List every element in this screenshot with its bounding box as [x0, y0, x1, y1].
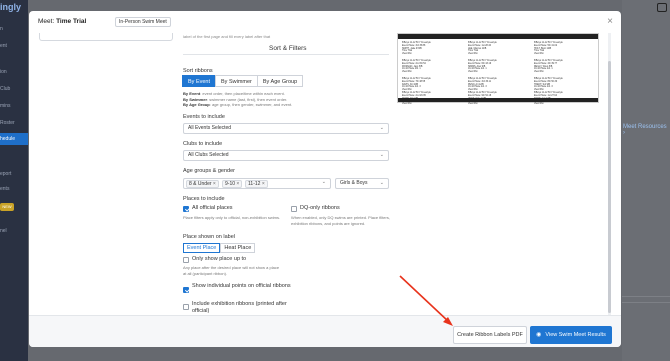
new-badge: NEW — [0, 203, 14, 211]
ribbon-labels-modal: Meet: Time Trial In-Person Swim Meet × l… — [29, 11, 621, 347]
divider — [622, 302, 670, 303]
create-ribbon-pdf-button[interactable]: Create Ribbon Labels PDF — [453, 326, 527, 344]
show-points-label: Show individual points on official ribbo… — [192, 283, 291, 289]
sidebar-item[interactable]: Roster — [0, 120, 15, 126]
preview-ribbon-label: 8/Boys 11-12 50 Y Freestyle Event Place: … — [402, 42, 454, 56]
include-exhibition-label: Include exhibition ribbons (printed afte… — [192, 301, 287, 314]
divider — [622, 296, 670, 297]
age-gender-label: Age groups & gender — [183, 168, 235, 174]
section-title: Sort & Filters — [269, 45, 307, 52]
dq-only-help: When enabled, only DQ swims are printed.… — [291, 215, 390, 226]
preview-line: View Rbn — [468, 71, 478, 74]
divider — [183, 54, 389, 55]
dq-only-label: DQ-only ribbons — [300, 205, 340, 211]
all-official-help: Place filters apply only to official, no… — [183, 215, 281, 220]
dq-only-checkbox[interactable] — [291, 206, 297, 212]
modal-body: label of the first page and fill every l… — [29, 33, 621, 315]
preview-line: View Rbn — [534, 103, 544, 106]
app-right-background: Meet Resources › — [622, 0, 670, 361]
preview-ribbon-label: 8/Boys 11-12 50 Y Freestyle Event Place: … — [534, 60, 586, 74]
sort-by-age-group-button[interactable]: By Age Group — [256, 75, 304, 87]
meet-type-tag: In-Person Swim Meet — [115, 17, 171, 27]
sort-label: Sort ribbons — [183, 68, 213, 74]
preview-ribbon-label: 8/Boys 11-12 50 Y Freestyle Event Place: … — [534, 42, 586, 56]
preview-ribbon-label: 8/Boys 11-12 50 Y Freestyle Event Place: … — [468, 42, 520, 56]
close-icon[interactable]: × — [607, 16, 613, 27]
chevron-down-icon: ⌄ — [321, 179, 326, 185]
chevron-down-icon: ⌄ — [379, 180, 384, 186]
place-label-segmented: Event Place Heat Place — [183, 243, 256, 253]
sidebar-item[interactable]: n — [0, 26, 3, 32]
label-preview: 8/Boys 11-12 50 Y Freestyle Event Place: … — [397, 33, 599, 106]
sort-help: By Event: event order, then place/time w… — [183, 91, 293, 107]
chevron-down-icon: ⌄ — [379, 125, 384, 131]
preview-bottom-bar — [398, 98, 598, 102]
sidebar-item[interactable]: nel — [0, 228, 7, 234]
sort-by-event-button[interactable]: By Event — [182, 75, 217, 87]
preview-ribbon-label: 8/Boys 11-12 50 Y Freestyle Event Place: … — [468, 78, 520, 92]
heat-place-button[interactable]: Heat Place — [220, 243, 256, 253]
chat-icon[interactable] — [657, 3, 667, 12]
clubs-select[interactable]: All Clubs Selected ⌄ — [183, 150, 389, 161]
view-results-button[interactable]: ◉ View Swim Meet Results — [530, 326, 612, 344]
events-label: Events to include — [183, 114, 225, 120]
sidebar-item[interactable]: mins — [0, 103, 11, 109]
chevron-down-icon: ⌄ — [379, 152, 384, 158]
preview-top-bar — [398, 34, 598, 39]
all-official-label: All official places — [192, 205, 233, 211]
preview-line: View Rbn — [402, 103, 412, 106]
preview-line: View Rbn — [402, 53, 412, 56]
clubs-label: Clubs to include — [183, 141, 223, 147]
sidebar-item[interactable]: ion — [0, 69, 7, 75]
meet-resources-link[interactable]: Meet Resources › — [623, 124, 670, 136]
remove-icon[interactable]: × — [236, 181, 239, 187]
place-label-label: Place shown on label — [183, 234, 235, 240]
preview-line: View Rbn — [534, 71, 544, 74]
age-chip[interactable]: 8 & Under × — [186, 180, 219, 188]
preview-line: View Rbn — [468, 53, 478, 56]
eye-icon: ◉ — [536, 332, 542, 338]
meet-title: Meet: Time Trial — [38, 18, 87, 25]
show-points-checkbox[interactable] — [183, 287, 189, 293]
sidebar-item[interactable]: ents — [0, 186, 9, 192]
start-label-hint: label of the first page and fill every l… — [183, 34, 271, 39]
modal-header: Meet: Time Trial In-Person Swim Meet × — [29, 11, 621, 33]
only-show-place-checkbox[interactable] — [183, 257, 189, 263]
modal-footer: Create Ribbon Labels PDF ◉ View Swim Meet… — [29, 315, 621, 347]
sidebar-item[interactable]: ent — [0, 43, 7, 49]
preview-ribbon-label: 8/Boys 11-12 50 Y Freestyle Event Place: … — [402, 78, 454, 92]
places-label: Places to include — [183, 196, 225, 202]
include-exhibition-checkbox[interactable] — [183, 304, 189, 310]
events-select[interactable]: All Events Selected ⌄ — [183, 123, 389, 134]
remove-icon[interactable]: × — [213, 181, 216, 187]
sidebar-item-active[interactable]: hedule — [0, 133, 28, 145]
age-chip[interactable]: 9-10 × — [222, 180, 243, 188]
remove-icon[interactable]: × — [262, 181, 265, 187]
only-show-place-label: Only show place up to — [192, 256, 247, 262]
age-groups-multiselect[interactable]: 8 & Under × 9-10 × 11-12 × ⌄ — [183, 178, 331, 189]
app-sidebar: ingly n ent ion Club mins Roster hedule … — [0, 0, 28, 361]
start-label-input[interactable] — [39, 33, 173, 41]
sort-by-swimmer-button[interactable]: By Swimmer — [215, 75, 258, 87]
only-show-place-help: Any place after the desired place will n… — [183, 265, 280, 276]
sidebar-item[interactable]: eport — [0, 171, 11, 177]
event-place-button[interactable]: Event Place — [183, 243, 221, 253]
preview-ribbon-label: 8/Boys 11-12 50 Y Freestyle Event Place: … — [468, 60, 520, 74]
gender-select[interactable]: Girls & Boys ⌄ — [335, 178, 389, 189]
preview-ribbon-label: 8/Boys 11-12 50 Y Freestyle Event Place: … — [402, 60, 454, 74]
age-chip[interactable]: 11-12 × — [245, 180, 268, 188]
sort-segmented-control: By Event By Swimmer By Age Group — [182, 75, 304, 87]
sidebar-item[interactable]: Club — [0, 86, 10, 92]
preview-ribbon-label: 8/Boys 11-12 50 Y Freestyle Event Place: … — [534, 78, 586, 92]
preview-line: View Rbn — [468, 103, 478, 106]
all-official-checkbox[interactable] — [183, 206, 189, 212]
app-logo: ingly — [0, 2, 22, 12]
preview-line: View Rbn — [534, 53, 544, 56]
preview-line: View Rbn — [402, 71, 412, 74]
